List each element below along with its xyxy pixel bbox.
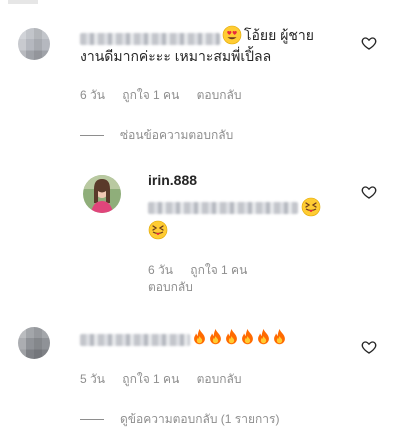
divider: [8, 0, 38, 4]
reply-button[interactable]: ตอบกลับ: [148, 280, 193, 294]
dash-divider: [80, 135, 104, 136]
tongue-out-emoji-icon: [148, 220, 168, 245]
avatar[interactable]: [83, 175, 121, 213]
like-heart-icon[interactable]: [361, 339, 377, 360]
likes-count-link[interactable]: ถูกใจ 1 คน: [122, 372, 179, 386]
reply-button[interactable]: ตอบกลับ: [197, 88, 242, 102]
fire-icon: [242, 328, 253, 345]
fire-icon: [210, 328, 221, 345]
view-replies-label: ดูข้อความตอบกลับ (1 รายการ): [120, 412, 280, 426]
comment-text-line1: โอ้ยย ผู้ชาย: [244, 27, 314, 43]
comment-time: 6 วัน: [80, 88, 105, 102]
reply-meta-2: ตอบกลับ: [148, 278, 207, 297]
fire-emoji-row: [192, 328, 288, 348]
comment-meta: 5 วัน ถูกใจ 1 คน ตอบกลับ: [80, 370, 256, 389]
fire-icon: [274, 328, 285, 345]
fire-icon: [194, 328, 205, 345]
view-replies-toggle[interactable]: ดูข้อความตอบกลับ (1 รายการ): [80, 410, 279, 429]
like-heart-icon[interactable]: [361, 35, 377, 56]
username-redacted[interactable]: [80, 33, 220, 45]
tongue-out-emoji-icon: [301, 197, 321, 222]
comment-text-line2: งานดีมากค่ะะะ เหมาะสมพี่เปิ้ลล: [80, 48, 272, 64]
reply-text-redacted: [148, 202, 298, 214]
hide-replies-toggle[interactable]: ซ่อนข้อความตอบกลับ: [80, 126, 233, 145]
fire-icon: [258, 328, 269, 345]
comment-time: 5 วัน: [80, 372, 105, 386]
likes-count-link[interactable]: ถูกใจ 1 คน: [190, 263, 247, 277]
reply-time: 6 วัน: [148, 263, 173, 277]
like-heart-icon[interactable]: [361, 184, 377, 205]
reply-username[interactable]: irin.888: [148, 172, 197, 188]
likes-count-link[interactable]: ถูกใจ 1 คน: [122, 88, 179, 102]
avatar[interactable]: [18, 28, 50, 60]
reply-button[interactable]: ตอบกลับ: [197, 372, 242, 386]
username-redacted[interactable]: [80, 334, 190, 346]
comment-meta: 6 วัน ถูกใจ 1 คน ตอบกลับ: [80, 86, 256, 105]
hide-replies-label: ซ่อนข้อความตอบกลับ: [120, 128, 234, 142]
avatar[interactable]: [18, 327, 50, 359]
dash-divider: [80, 419, 104, 420]
fire-icon: [226, 328, 237, 345]
